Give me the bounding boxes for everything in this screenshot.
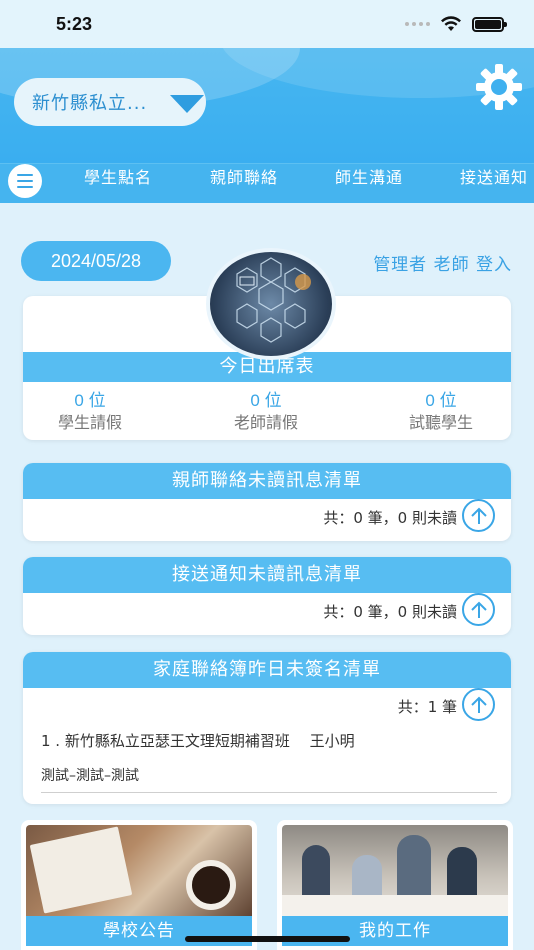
my-work-tile[interactable]: 我的工作 (277, 820, 513, 950)
school-select-label: 新竹縣私立... (32, 93, 148, 114)
trial-student-label: 試聽學生 (408, 413, 473, 432)
school-select-dropdown[interactable]: 新竹縣私立... (14, 78, 206, 126)
wifi-icon (441, 16, 461, 31)
avatar (206, 248, 336, 360)
parent-teacher-unread-card[interactable]: 親師聯絡未讀訊息清單 共：0 筆，0 則未讀 (23, 463, 511, 541)
header: 新竹縣私立... (0, 48, 534, 163)
project-management-icon (236, 257, 311, 343)
date-badge: 2024/05/28 (21, 241, 171, 281)
tab-pickup-notice[interactable]: 接送通知 (460, 164, 528, 188)
divider (41, 792, 497, 793)
tab-teacher-student[interactable]: 師生溝通 (335, 164, 403, 188)
chevron-down-icon (170, 95, 204, 113)
expand-button[interactable] (462, 593, 495, 626)
family-book-item[interactable]: 1 . 新竹縣私立亞瑟王文理短期補習班 王小明 (41, 730, 355, 751)
parent-teacher-unread-count: 共：0 筆，0 則未讀 (323, 509, 457, 527)
family-book-card[interactable]: 家庭聯絡簿昨日未簽名清單 共：1 筆 1 . 新竹縣私立亞瑟王文理短期補習班 王… (23, 652, 511, 804)
pickup-unread-card[interactable]: 接送通知未讀訊息清單 共：0 筆，0 則未讀 (23, 557, 511, 635)
student-leave-count: 0 位 (74, 391, 106, 410)
tab-parent-teacher[interactable]: 親師聯絡 (210, 164, 278, 188)
teacher-leave-count: 0 位 (250, 391, 282, 410)
family-book-count: 共：1 筆 (397, 698, 457, 716)
pickup-unread-title: 接送通知未讀訊息清單 (23, 557, 511, 593)
announcements-image (26, 825, 252, 920)
pickup-unread-count: 共：0 筆，0 則未讀 (323, 603, 457, 621)
announcements-tile[interactable]: 學校公告 (21, 820, 257, 950)
tab-student-rollcall[interactable]: 學生點名 (84, 164, 152, 188)
menu-icon[interactable] (8, 164, 42, 198)
battery-icon (472, 16, 507, 32)
signal-icon (405, 22, 430, 26)
expand-button[interactable] (462, 688, 495, 721)
arrow-up-icon (471, 696, 487, 713)
teacher-leave-label: 老師請假 (233, 413, 298, 432)
arrow-up-icon (471, 601, 487, 618)
my-work-image (282, 825, 508, 920)
student-leave-label: 學生請假 (57, 413, 122, 432)
parent-teacher-unread-title: 親師聯絡未讀訊息清單 (23, 463, 511, 499)
arrow-up-icon (471, 507, 487, 524)
trial-student-count: 0 位 (425, 391, 457, 410)
status-icons (405, 16, 507, 32)
family-book-item-note: 測試–測試–測試 (41, 768, 139, 784)
family-book-title: 家庭聯絡簿昨日未簽名清單 (23, 652, 511, 688)
login-status: 管理者 老師 登入 (373, 255, 512, 275)
home-indicator[interactable] (185, 936, 350, 942)
status-time: 5:23 (56, 14, 93, 34)
gear-icon[interactable] (474, 62, 524, 112)
status-bar: 5:23 (0, 0, 534, 48)
tab-bar: 學生點名 親師聯絡 師生溝通 接送通知 (0, 163, 534, 203)
expand-button[interactable] (462, 499, 495, 532)
